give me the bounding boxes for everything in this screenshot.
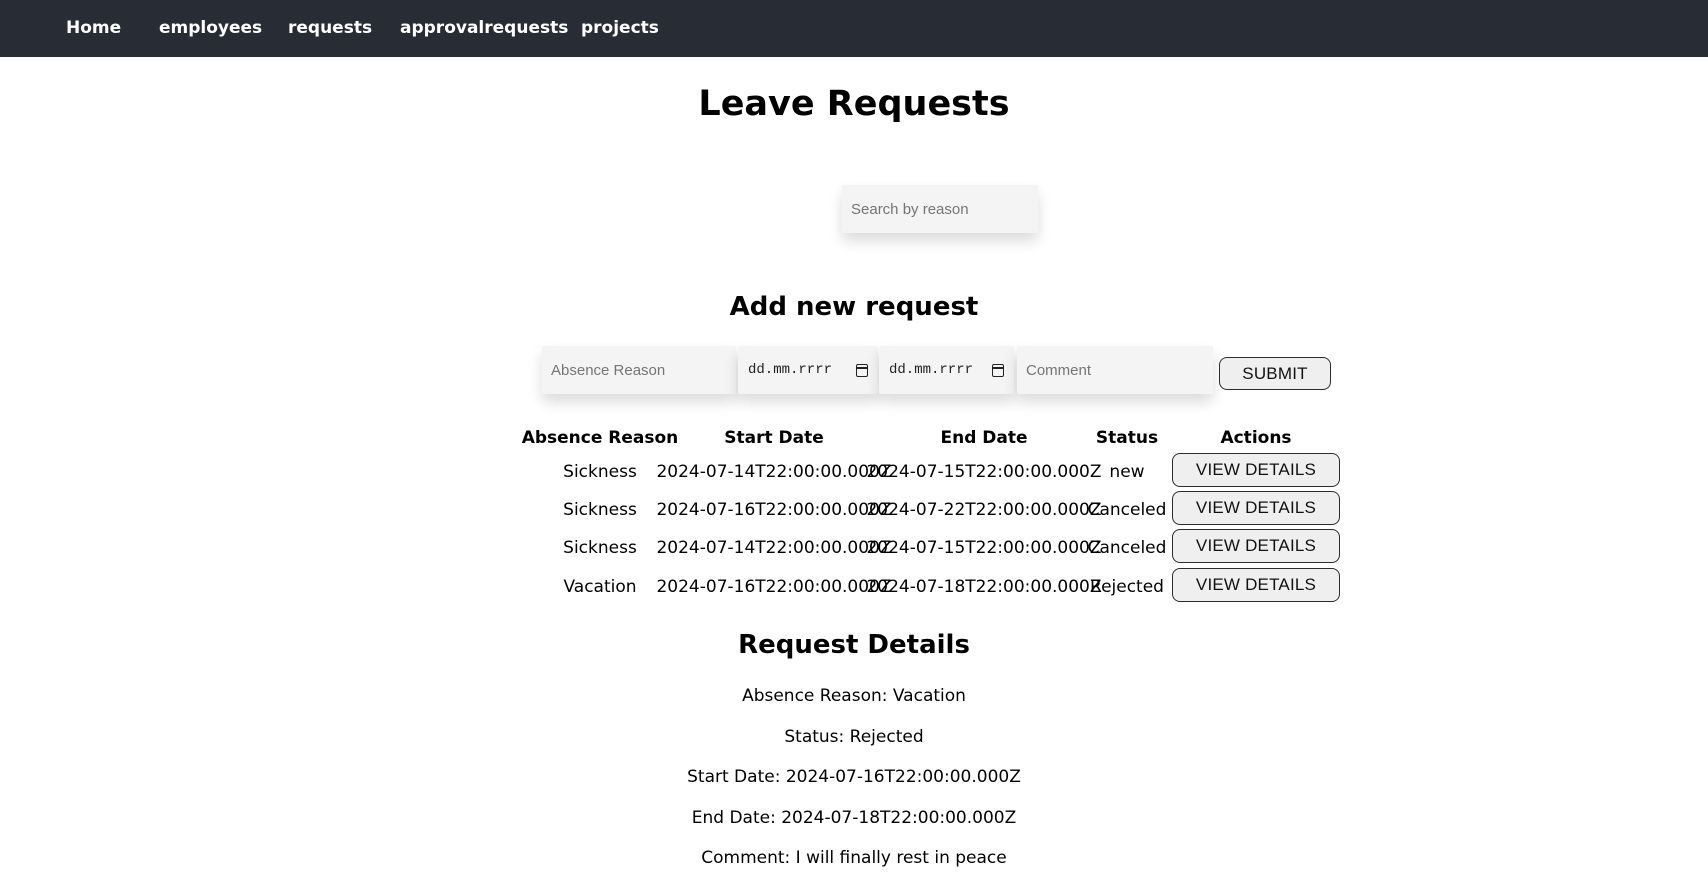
column-header-end-date: End Date xyxy=(940,428,1028,448)
column-header-absence-reason: Absence Reason xyxy=(521,428,679,448)
cell-reason: Sickness xyxy=(563,500,637,520)
page-title: Leave Requests xyxy=(698,84,1010,124)
cell-end-date: 2024-07-22T22:00:00.000Z xyxy=(866,500,1102,520)
calendar-icon[interactable] xyxy=(992,363,1004,377)
detail-start-date: Start Date: 2024-07-16T22:00:00.000Z xyxy=(687,767,1021,787)
detail-absence-reason: Absence Reason: Vacation xyxy=(742,686,966,706)
cell-reason: Sickness xyxy=(563,462,637,482)
view-details-button[interactable]: VIEW DETAILS xyxy=(1172,529,1340,563)
cell-status: new xyxy=(1109,462,1145,482)
cell-start-date: 2024-07-16T22:00:00.000Z xyxy=(656,577,892,597)
nav-link-projects[interactable]: projects xyxy=(581,18,659,38)
nav-link-employees[interactable]: employees xyxy=(159,18,262,38)
cell-end-date: 2024-07-15T22:00:00.000Z xyxy=(866,538,1102,558)
view-details-button[interactable]: VIEW DETAILS xyxy=(1172,491,1340,525)
add-request-title: Add new request xyxy=(729,292,979,322)
cell-status: Rejected xyxy=(1090,577,1164,597)
view-details-button[interactable]: VIEW DETAILS xyxy=(1172,453,1340,487)
cell-end-date: 2024-07-15T22:00:00.000Z xyxy=(866,462,1102,482)
view-details-button[interactable]: VIEW DETAILS xyxy=(1172,568,1340,602)
column-header-actions: Actions xyxy=(1220,428,1292,448)
submit-button[interactable]: SUBMIT xyxy=(1219,357,1331,390)
cell-reason: Vacation xyxy=(563,577,637,597)
comment-placeholder: Comment xyxy=(1026,361,1092,379)
cell-reason: Sickness xyxy=(563,538,637,558)
nav-link-requests[interactable]: requests xyxy=(288,18,372,38)
nav-link-approvalrequests[interactable]: approvalrequests xyxy=(400,18,568,38)
detail-end-date: End Date: 2024-07-18T22:00:00.000Z xyxy=(691,808,1017,828)
absence-reason-input[interactable]: Absence Reason xyxy=(542,346,736,394)
calendar-icon[interactable] xyxy=(856,363,868,377)
start-date-input[interactable]: dd.mm.rrrr xyxy=(738,346,878,394)
request-details-title: Request Details xyxy=(738,630,970,660)
search-input[interactable] xyxy=(842,185,1038,233)
column-header-start-date: Start Date xyxy=(724,428,824,448)
end-date-placeholder: dd.mm.rrrr xyxy=(889,362,974,378)
absence-reason-placeholder: Absence Reason xyxy=(551,361,666,379)
cell-status: Canceled xyxy=(1087,500,1167,520)
cell-status: Canceled xyxy=(1087,538,1167,558)
nav-link-home[interactable]: Home xyxy=(66,18,121,38)
cell-end-date: 2024-07-18T22:00:00.000Z xyxy=(866,577,1102,597)
navbar: Home employees requests approvalrequests… xyxy=(0,0,1708,57)
cell-start-date: 2024-07-16T22:00:00.000Z xyxy=(656,500,892,520)
search-container xyxy=(842,185,1038,233)
start-date-placeholder: dd.mm.rrrr xyxy=(748,362,833,378)
detail-status: Status: Rejected xyxy=(784,727,924,747)
column-header-status: Status xyxy=(1095,428,1159,448)
comment-input[interactable]: Comment xyxy=(1017,346,1213,394)
cell-start-date: 2024-07-14T22:00:00.000Z xyxy=(656,462,892,482)
detail-comment: Comment: I will finally rest in peace xyxy=(701,848,1007,868)
cell-start-date: 2024-07-14T22:00:00.000Z xyxy=(656,538,892,558)
end-date-input[interactable]: dd.mm.rrrr xyxy=(879,346,1014,394)
